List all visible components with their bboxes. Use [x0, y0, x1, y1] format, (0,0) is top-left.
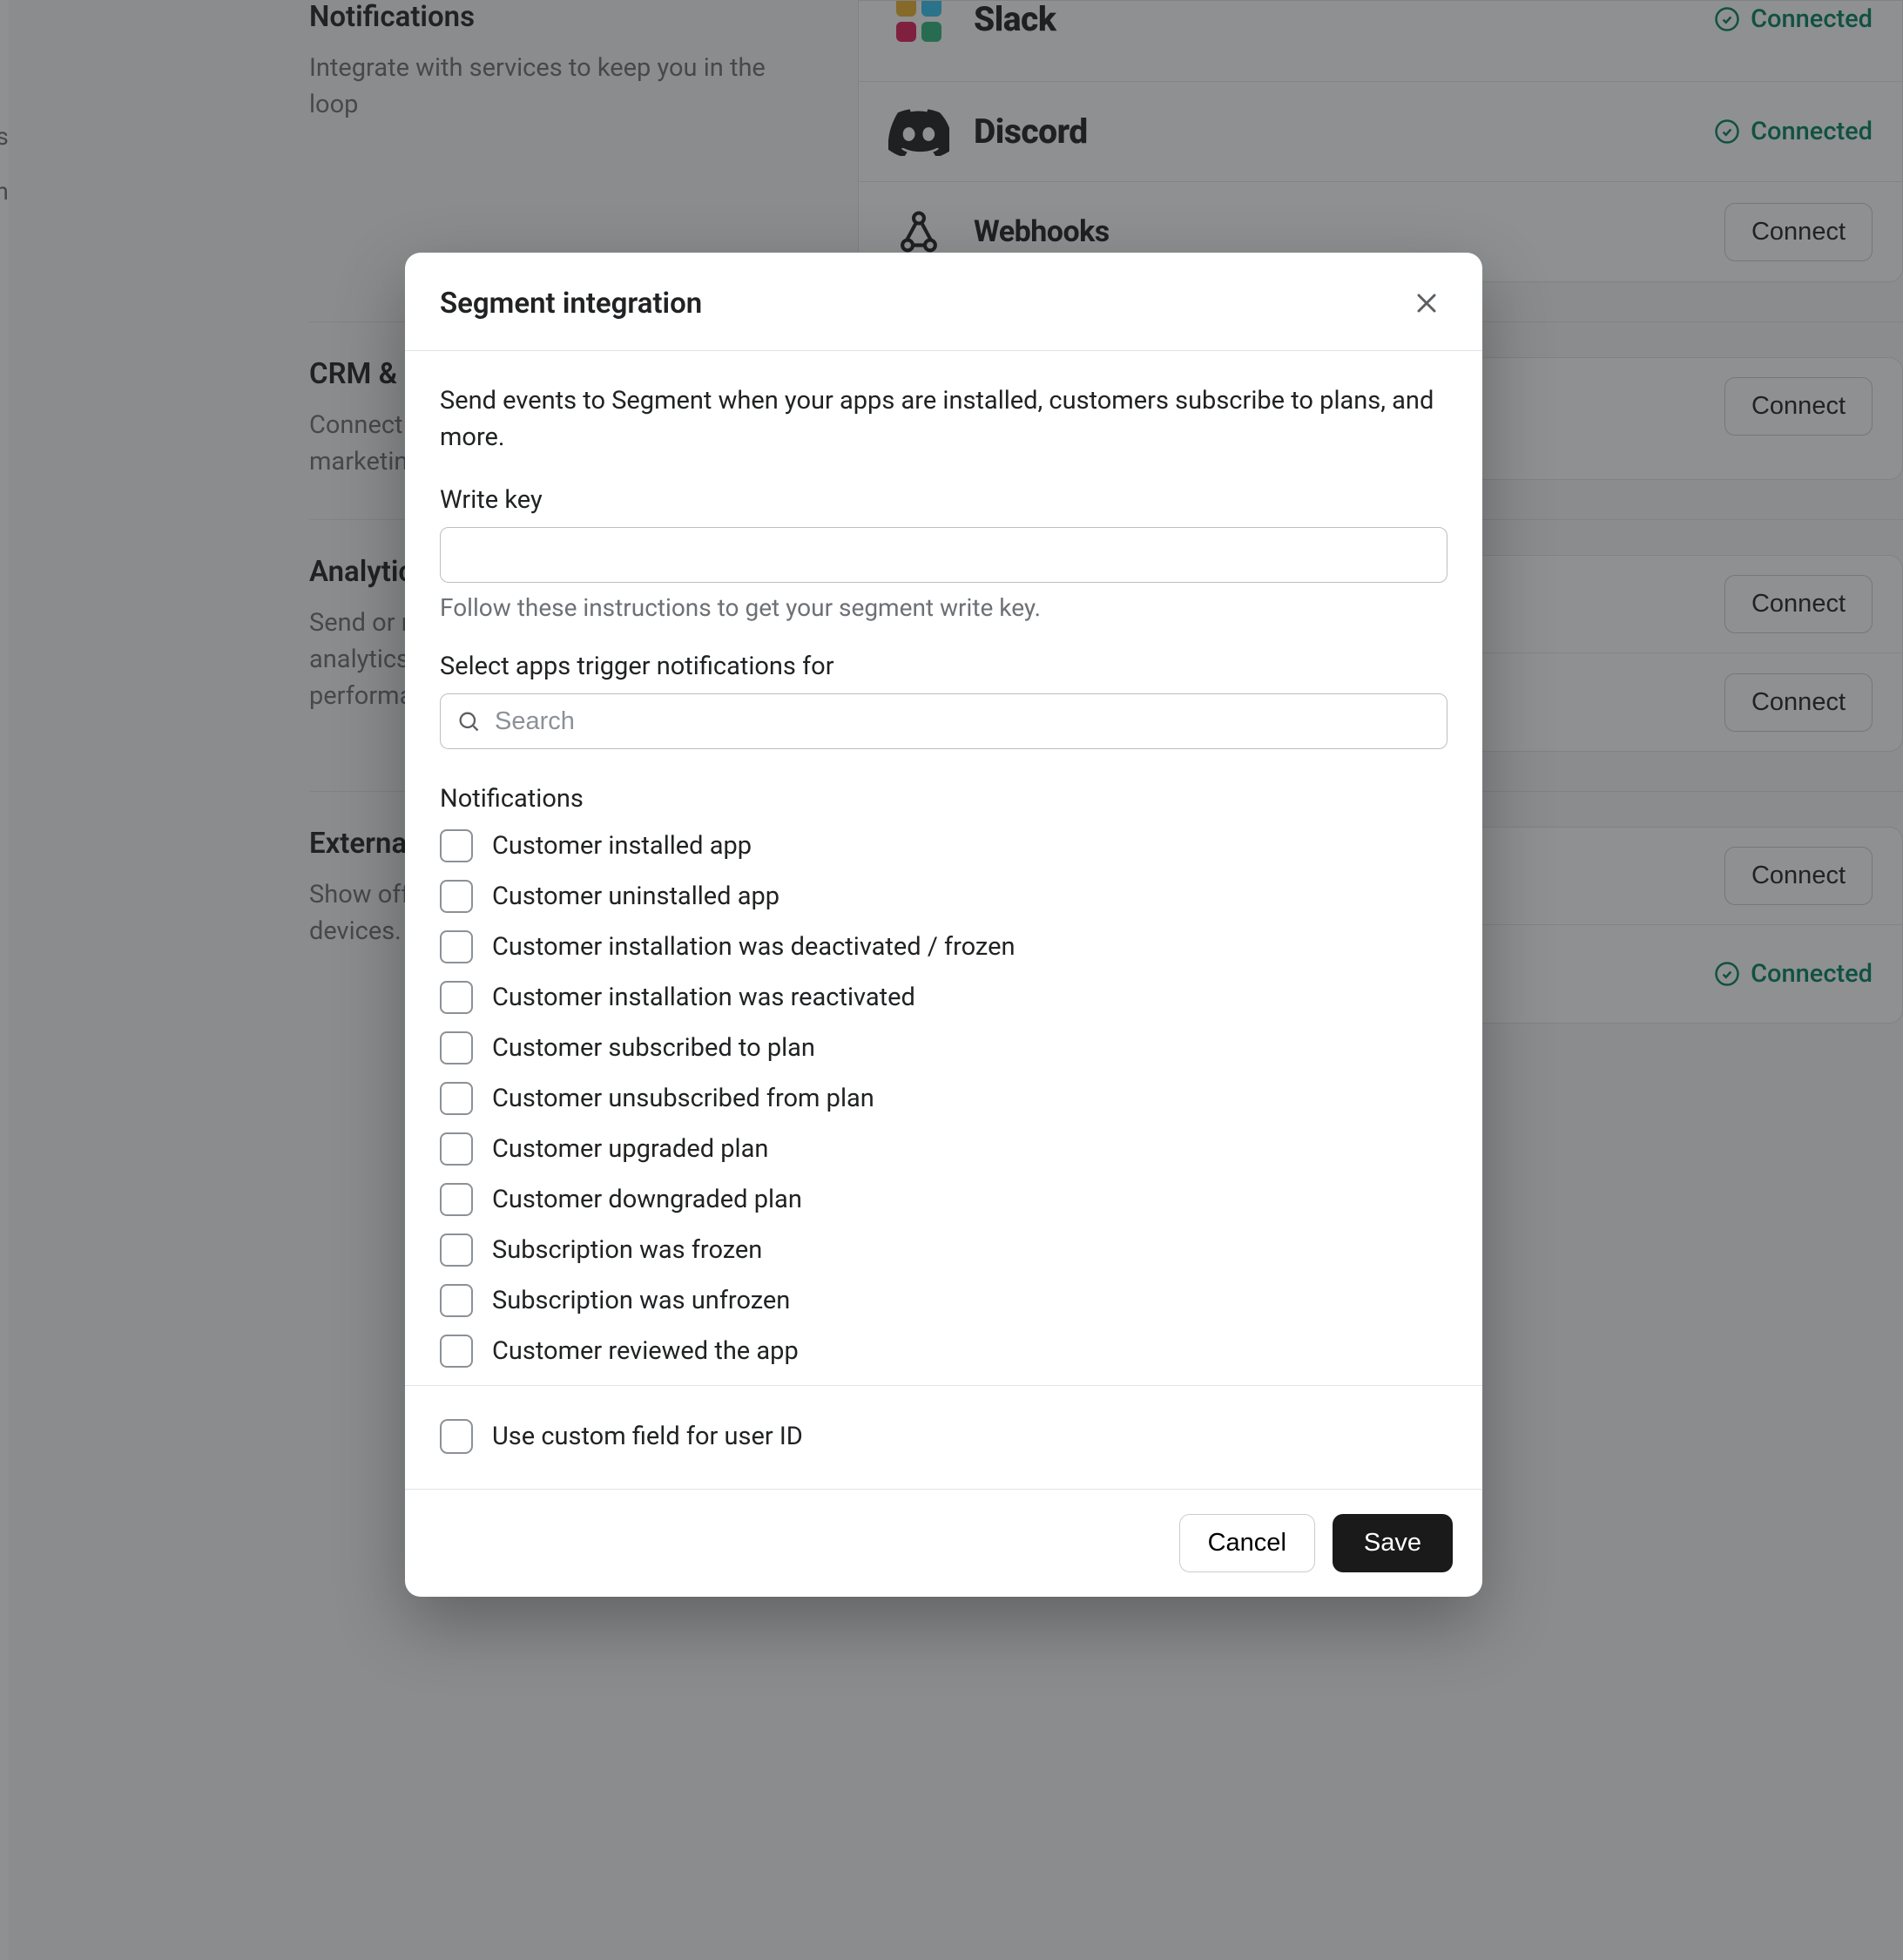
modal-description: Send events to Segment when your apps ar…	[440, 382, 1447, 456]
notification-option[interactable]: Customer unsubscribed from plan	[440, 1082, 1447, 1115]
notification-option-label: Customer reviewed the app	[492, 1336, 799, 1366]
notification-option-label: Customer installation was deactivated / …	[492, 932, 1016, 962]
checkbox[interactable]	[440, 1335, 473, 1368]
notification-option-label: Subscription was frozen	[492, 1235, 762, 1265]
write-key-input[interactable]	[440, 527, 1447, 583]
checkbox[interactable]	[440, 1233, 473, 1267]
write-key-label: Write key	[440, 485, 1447, 515]
notification-option[interactable]: Customer uninstalled app	[440, 880, 1447, 913]
modal-header: Segment integration	[405, 253, 1482, 351]
app-search-input[interactable]	[495, 694, 1431, 748]
modal-overlay[interactable]: Segment integration Send events to Segme…	[0, 0, 1903, 1960]
search-icon	[456, 709, 481, 733]
notification-option[interactable]: Customer upgraded plan	[440, 1132, 1447, 1166]
checkbox[interactable]	[440, 1284, 473, 1317]
select-apps-label: Select apps trigger notifications for	[440, 652, 1447, 681]
checkbox[interactable]	[440, 1183, 473, 1216]
notification-option[interactable]: Customer reviewed the app	[440, 1335, 1447, 1368]
notification-option-label: Customer downgraded plan	[492, 1185, 802, 1214]
notification-option-label: Customer unsubscribed from plan	[492, 1084, 874, 1113]
save-button[interactable]: Save	[1333, 1514, 1453, 1572]
close-icon	[1411, 287, 1442, 319]
notification-option-label: Customer subscribed to plan	[492, 1033, 815, 1063]
custom-field-option[interactable]: Use custom field for user ID	[440, 1419, 1447, 1454]
notification-option[interactable]: Customer subscribed to plan	[440, 1031, 1447, 1064]
checkbox[interactable]	[440, 981, 473, 1014]
notification-option[interactable]: Customer installed app	[440, 829, 1447, 862]
notification-option-label: Subscription was unfrozen	[492, 1286, 790, 1315]
divider: Use custom field for user ID	[405, 1385, 1482, 1454]
notification-option[interactable]: Customer installation was deactivated / …	[440, 930, 1447, 963]
notification-option[interactable]: Subscription was unfrozen	[440, 1284, 1447, 1317]
checkbox[interactable]	[440, 1419, 473, 1454]
checkbox[interactable]	[440, 1082, 473, 1115]
notification-option-label: Customer installed app	[492, 831, 752, 861]
notification-option-label: Customer upgraded plan	[492, 1134, 768, 1164]
notification-option[interactable]: Subscription was frozen	[440, 1233, 1447, 1267]
custom-field-label: Use custom field for user ID	[492, 1422, 803, 1451]
checkbox[interactable]	[440, 930, 473, 963]
notifications-label: Notifications	[440, 784, 1447, 814]
notification-option-label: Customer installation was reactivated	[492, 983, 915, 1012]
checkbox[interactable]	[440, 1031, 473, 1064]
modal-body: Send events to Segment when your apps ar…	[405, 351, 1482, 1489]
close-button[interactable]	[1406, 282, 1447, 324]
cancel-button[interactable]: Cancel	[1179, 1514, 1315, 1572]
write-key-hint: Follow these instructions to get your se…	[440, 593, 1447, 622]
checkbox[interactable]	[440, 1132, 473, 1166]
modal-footer: Cancel Save	[405, 1489, 1482, 1597]
modal-title: Segment integration	[440, 287, 702, 321]
checkbox[interactable]	[440, 829, 473, 862]
notification-option-label: Customer uninstalled app	[492, 882, 779, 911]
notification-option[interactable]: Customer downgraded plan	[440, 1183, 1447, 1216]
checkbox[interactable]	[440, 880, 473, 913]
notification-option[interactable]: Customer installation was reactivated	[440, 981, 1447, 1014]
segment-integration-modal: Segment integration Send events to Segme…	[405, 253, 1482, 1597]
app-search-field[interactable]	[440, 693, 1447, 749]
